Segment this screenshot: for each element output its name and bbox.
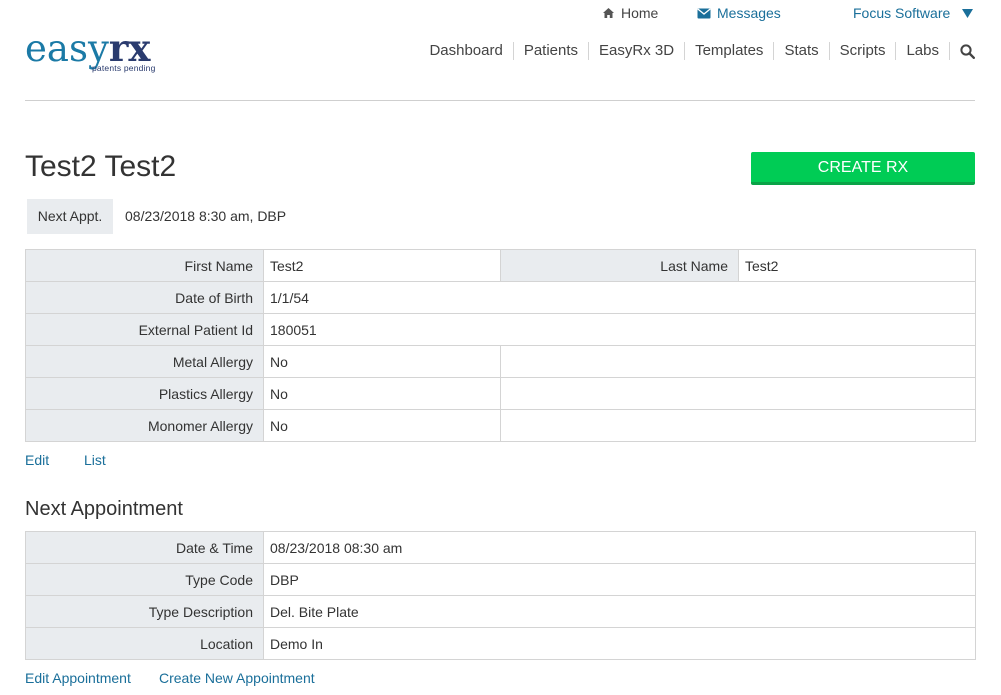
top-utility-bar: Home Messages Focus Software — [0, 0, 1001, 26]
type-description-value: Del. Bite Plate — [263, 595, 976, 628]
table-row: Monomer Allergy No — [25, 409, 976, 442]
dob-value: 1/1/54 — [263, 281, 976, 314]
monomer-allergy-value: No — [263, 409, 501, 442]
empty-cell — [500, 345, 976, 378]
nav-templates[interactable]: Templates — [685, 42, 775, 60]
messages-link[interactable]: Messages — [697, 5, 781, 21]
messages-link-label: Messages — [717, 5, 781, 21]
location-value: Demo In — [263, 627, 976, 660]
type-code-label: Type Code — [25, 563, 264, 596]
plastics-allergy-label: Plastics Allergy — [25, 377, 264, 410]
type-code-value: DBP — [263, 563, 976, 596]
home-icon — [602, 7, 615, 19]
next-appt-value: 08/23/2018 8:30 am, DBP — [125, 208, 287, 224]
table-row: Location Demo In — [25, 627, 976, 660]
nav-dashboard[interactable]: Dashboard — [419, 42, 514, 60]
home-link-label: Home — [621, 5, 659, 21]
table-row: Plastics Allergy No — [25, 377, 976, 410]
create-appointment-link[interactable]: Create New Appointment — [159, 670, 315, 686]
envelope-icon — [697, 7, 711, 19]
nav-stats[interactable]: Stats — [774, 42, 830, 60]
nav-labs[interactable]: Labs — [896, 42, 950, 60]
logo-tagline: patents pending — [92, 63, 156, 73]
edit-patient-link[interactable]: Edit — [25, 452, 49, 468]
account-dropdown[interactable]: Focus Software — [853, 5, 974, 21]
caret-down-icon — [962, 8, 974, 18]
table-row: First Name Test2 Last Name Test2 — [25, 249, 976, 282]
list-patients-link[interactable]: List — [84, 452, 106, 468]
nav-easyrx-3d[interactable]: EasyRx 3D — [589, 42, 686, 60]
create-rx-button[interactable]: CREATE RX — [751, 152, 975, 185]
datetime-value: 08/23/2018 08:30 am — [263, 531, 976, 564]
main-nav: Dashboard Patients EasyRx 3D Templates S… — [419, 42, 975, 60]
nav-scripts[interactable]: Scripts — [830, 42, 897, 60]
next-appt-label: Next Appt. — [27, 199, 113, 234]
nav-patients[interactable]: Patients — [514, 42, 590, 60]
empty-cell — [500, 377, 976, 410]
patient-info-table: First Name Test2 Last Name Test2 Date of… — [25, 249, 976, 442]
type-description-label: Type Description — [25, 595, 264, 628]
edit-appointment-link[interactable]: Edit Appointment — [25, 670, 131, 686]
empty-cell — [500, 409, 976, 442]
last-name-value: Test2 — [738, 249, 976, 282]
appointment-table: Date & Time 08/23/2018 08:30 am Type Cod… — [25, 531, 976, 660]
table-row: Type Code DBP — [25, 563, 976, 596]
last-name-label: Last Name — [500, 249, 739, 282]
plastics-allergy-value: No — [263, 377, 501, 410]
home-link[interactable]: Home — [602, 5, 658, 21]
location-label: Location — [25, 627, 264, 660]
header-divider — [25, 100, 975, 101]
first-name-value: Test2 — [263, 249, 501, 282]
external-id-value: 180051 — [263, 313, 976, 346]
first-name-label: First Name — [25, 249, 264, 282]
table-row: External Patient Id 180051 — [25, 313, 976, 346]
table-row: Date of Birth 1/1/54 — [25, 281, 976, 314]
table-row: Metal Allergy No — [25, 345, 976, 378]
metal-allergy-value: No — [263, 345, 501, 378]
external-id-label: External Patient Id — [25, 313, 264, 346]
dob-label: Date of Birth — [25, 281, 264, 314]
table-row: Date & Time 08/23/2018 08:30 am — [25, 531, 976, 564]
monomer-allergy-label: Monomer Allergy — [25, 409, 264, 442]
account-name: Focus Software — [853, 5, 951, 21]
patient-name: Test2 Test2 — [25, 150, 177, 183]
search-icon[interactable] — [950, 43, 975, 59]
datetime-label: Date & Time — [25, 531, 264, 564]
metal-allergy-label: Metal Allergy — [25, 345, 264, 378]
easyrx-logo[interactable]: easyrx patents pending — [25, 28, 175, 78]
next-appointment-heading: Next Appointment — [25, 498, 183, 520]
table-row: Type Description Del. Bite Plate — [25, 595, 976, 628]
